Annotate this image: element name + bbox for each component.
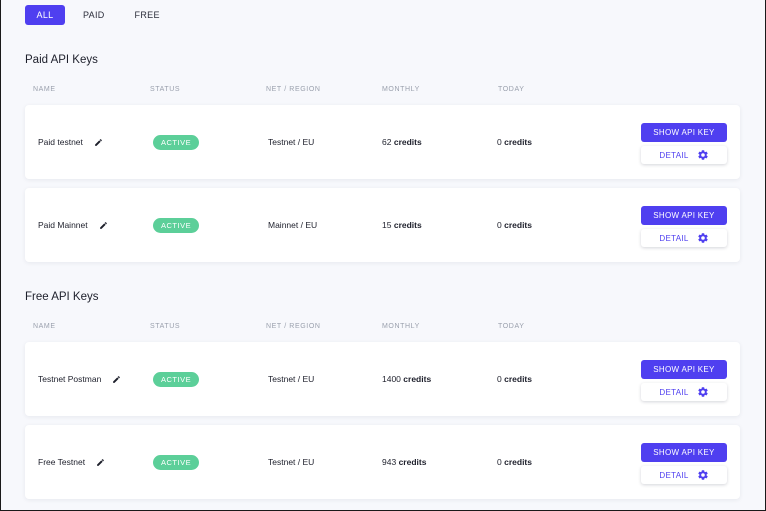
detail-button[interactable]: DETAIL	[641, 146, 727, 164]
key-name-cell: Free Testnet	[38, 425, 105, 499]
today-credits: 0 credits	[497, 457, 532, 467]
api-key-row: Paid Mainnet ACTIVE Mainnet / EU 15 cred…	[25, 188, 740, 262]
col-status: STATUS	[150, 323, 181, 330]
monthly-credits: 62 credits	[382, 137, 422, 147]
detail-button[interactable]: DETAIL	[641, 229, 727, 247]
col-net-region: NET / REGION	[266, 86, 321, 93]
show-api-key-button[interactable]: SHOW API KEY	[641, 443, 727, 462]
pencil-icon[interactable]	[112, 375, 121, 384]
api-key-row: Free Testnet ACTIVE Testnet / EU 943 cre…	[25, 425, 740, 499]
col-today: TODAY	[498, 86, 525, 93]
pencil-icon[interactable]	[94, 138, 103, 147]
status-badge: ACTIVE	[153, 134, 200, 150]
paid-section-title: Paid API Keys	[25, 54, 98, 66]
col-net-region: NET / REGION	[266, 323, 321, 330]
key-name: Paid testnet	[38, 137, 83, 147]
filter-paid-button[interactable]: PAID	[71, 5, 117, 25]
row-actions: SHOW API KEY DETAIL	[641, 443, 727, 484]
api-key-row: Paid testnet ACTIVE Testnet / EU 62 cred…	[25, 105, 740, 179]
today-credits: 0 credits	[497, 220, 532, 230]
free-column-headers: NAME STATUS NET / REGION MONTHLY TODAY	[1, 323, 766, 335]
col-monthly: MONTHLY	[382, 86, 420, 93]
status-badge: ACTIVE	[153, 371, 200, 387]
key-name: Paid Mainnet	[38, 220, 88, 230]
show-api-key-button[interactable]: SHOW API KEY	[641, 123, 727, 142]
key-name-cell: Testnet Postman	[38, 342, 121, 416]
gear-icon	[697, 232, 709, 244]
col-name: NAME	[33, 323, 56, 330]
filter-tabs: ALL PAID FREE	[25, 5, 178, 25]
api-keys-page: ALL PAID FREE Paid API Keys NAME STATUS …	[0, 0, 766, 511]
col-today: TODAY	[498, 323, 525, 330]
gear-icon	[697, 386, 709, 398]
show-api-key-button[interactable]: SHOW API KEY	[641, 360, 727, 379]
net-region: Testnet / EU	[268, 137, 315, 147]
col-name: NAME	[33, 86, 56, 93]
filter-all-button[interactable]: ALL	[25, 5, 65, 25]
row-actions: SHOW API KEY DETAIL	[641, 206, 727, 247]
pencil-icon[interactable]	[96, 458, 105, 467]
gear-icon	[697, 149, 709, 161]
key-name: Free Testnet	[38, 457, 86, 467]
col-monthly: MONTHLY	[382, 323, 420, 330]
monthly-credits: 943 credits	[382, 457, 427, 467]
detail-button[interactable]: DETAIL	[641, 383, 727, 401]
status-badge: ACTIVE	[153, 454, 200, 470]
row-actions: SHOW API KEY DETAIL	[641, 123, 727, 164]
col-status: STATUS	[150, 86, 181, 93]
monthly-credits: 1400 credits	[382, 374, 432, 384]
gear-icon	[697, 469, 709, 481]
today-credits: 0 credits	[497, 137, 532, 147]
status-badge: ACTIVE	[153, 217, 200, 233]
filter-free-button[interactable]: FREE	[123, 5, 172, 25]
key-name-cell: Paid testnet	[38, 105, 103, 179]
key-name-cell: Paid Mainnet	[38, 188, 108, 262]
paid-column-headers: NAME STATUS NET / REGION MONTHLY TODAY	[1, 86, 766, 98]
row-actions: SHOW API KEY DETAIL	[641, 360, 727, 401]
api-key-row: Testnet Postman ACTIVE Testnet / EU 1400…	[25, 342, 740, 416]
key-name: Testnet Postman	[38, 374, 102, 384]
detail-button[interactable]: DETAIL	[641, 466, 727, 484]
net-region: Testnet / EU	[268, 457, 315, 467]
pencil-icon[interactable]	[99, 221, 108, 230]
show-api-key-button[interactable]: SHOW API KEY	[641, 206, 727, 225]
today-credits: 0 credits	[497, 374, 532, 384]
net-region: Testnet / EU	[268, 374, 315, 384]
free-section-title: Free API Keys	[25, 291, 99, 303]
net-region: Mainnet / EU	[268, 220, 318, 230]
monthly-credits: 15 credits	[382, 220, 422, 230]
